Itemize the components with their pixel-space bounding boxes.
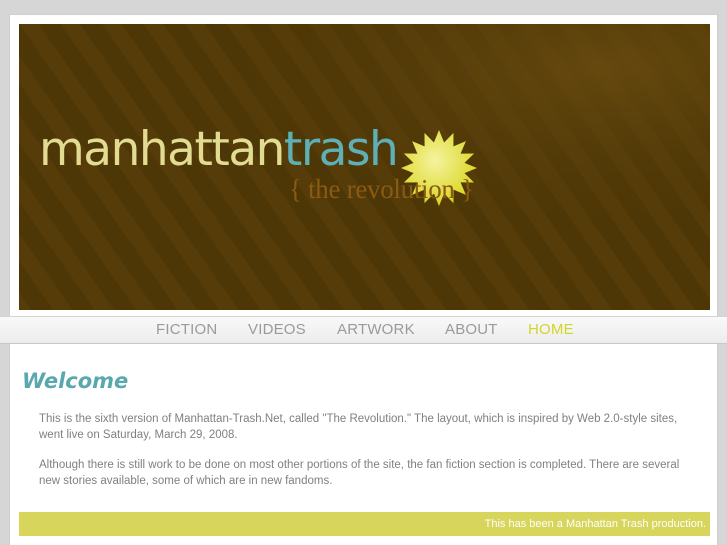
site-logo[interactable]: manhattantrash <box>39 120 399 180</box>
main-navigation: FICTION VIDEOS ARTWORK ABOUT HOME <box>0 316 727 344</box>
nav-fiction[interactable]: FICTION <box>156 321 217 338</box>
status-paragraph: Although there is still work to be done … <box>39 459 680 487</box>
page-title: Welcome <box>22 369 129 393</box>
tagline: { the revolution } <box>289 174 474 204</box>
logo-manhattan-text: manhattan <box>39 122 285 177</box>
nav-videos[interactable]: VIDEOS <box>248 321 306 338</box>
nav-about[interactable]: ABOUT <box>445 321 498 338</box>
footer-bar: This has been a Manhattan Trash producti… <box>19 512 710 536</box>
header-banner: manhattantrash { the revolution } <box>19 24 710 310</box>
logo-trash-text: trash <box>283 122 399 177</box>
page-frame: manhattantrash { the revolution } FICTIO… <box>0 14 727 545</box>
nav-home[interactable]: HOME <box>528 321 574 338</box>
footer-text: This has been a Manhattan Trash producti… <box>484 518 706 530</box>
intro-paragraph: This is the sixth version of Manhattan-T… <box>39 413 678 441</box>
nav-artwork[interactable]: ARTWORK <box>337 321 415 338</box>
